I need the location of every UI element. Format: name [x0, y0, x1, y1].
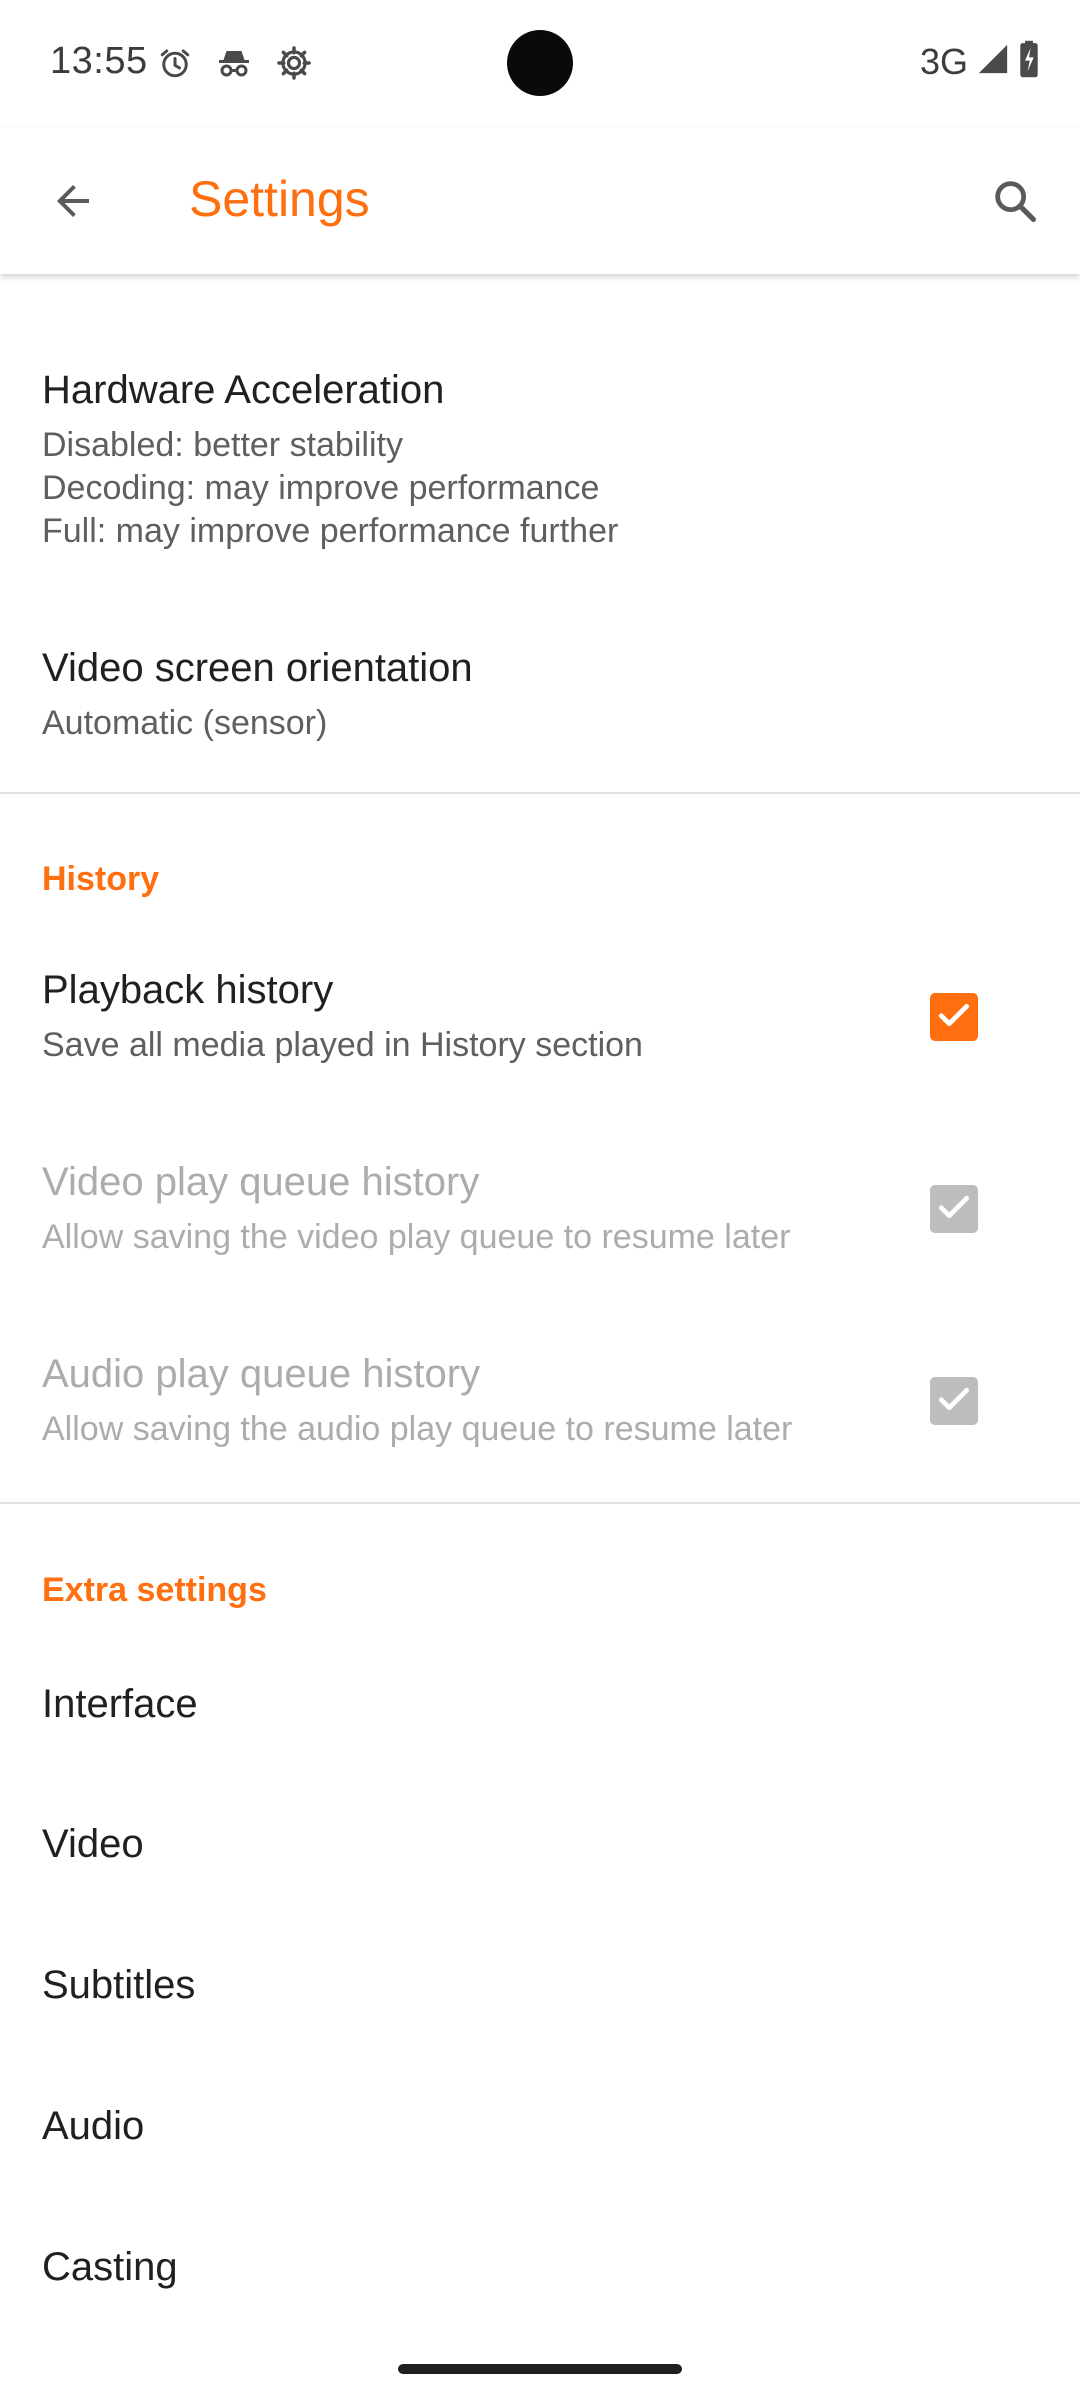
- pref-summary: Automatic (sensor): [42, 704, 328, 742]
- pref-hardware-acceleration-summary: Disabled: better stability Decoding: may…: [42, 426, 619, 550]
- pref-casting[interactable]: Casting: [0, 2197, 1080, 2337]
- pref-title: Interface: [42, 1682, 198, 1726]
- search-button[interactable]: [978, 166, 1052, 240]
- pref-subtitles[interactable]: Subtitles: [0, 1915, 1080, 2055]
- incognito-icon: [215, 45, 253, 86]
- check-icon: [935, 1188, 973, 1231]
- system-status-icons: 3G: [920, 40, 1040, 83]
- pref-title: Subtitles: [42, 1963, 196, 2007]
- pref-video-screen-orientation[interactable]: Video screen orientation Automatic (sens…: [0, 618, 1080, 778]
- pref-hardware-acceleration-title: Hardware Acceleration: [42, 368, 445, 412]
- pref-summary: Allow saving the audio play queue to res…: [42, 1410, 793, 1448]
- section-header-history: History: [42, 860, 160, 898]
- audio-queue-history-checkbox: [930, 1377, 978, 1425]
- battery-charging-icon: [1018, 40, 1040, 83]
- pref-summary: Allow saving the video play queue to res…: [42, 1218, 791, 1256]
- pref-interface[interactable]: Interface: [0, 1634, 1080, 1774]
- pref-title: Video screen orientation: [42, 646, 473, 690]
- section-header-extra-settings: Extra settings: [42, 1571, 267, 1609]
- check-icon: [935, 1380, 973, 1423]
- settings-list[interactable]: Hardware Acceleration Disabled: better s…: [0, 274, 1080, 2400]
- status-bar: 13:55 3G: [0, 0, 1080, 128]
- pref-title: Playback history: [42, 968, 334, 1012]
- video-queue-history-checkbox: [930, 1185, 978, 1233]
- camera-cutout: [507, 30, 573, 96]
- pref-title: Audio: [42, 2104, 145, 2148]
- section-divider: [0, 1502, 1080, 1504]
- alarm-icon: [157, 45, 193, 86]
- check-icon: [935, 996, 973, 1039]
- settings-screen: 13:55 3G Settings Hardware Acceleration …: [0, 0, 1080, 2400]
- pref-video-play-queue-history: Video play queue history Allow saving th…: [0, 1126, 1080, 1316]
- arrow-back-icon: [49, 177, 97, 230]
- page-title: Settings: [189, 171, 370, 227]
- app-bar: Settings: [0, 128, 1080, 274]
- pref-title: Casting: [42, 2245, 178, 2289]
- pref-playback-history[interactable]: Playback history Save all media played i…: [0, 934, 1080, 1124]
- pref-title: Video: [42, 1822, 144, 1866]
- pref-title: Video play queue history: [42, 1160, 480, 1204]
- back-button[interactable]: [38, 168, 108, 238]
- signal-icon: [976, 42, 1010, 81]
- pref-summary: Save all media played in History section: [42, 1026, 643, 1064]
- section-divider: [0, 792, 1080, 794]
- search-icon: [989, 175, 1041, 232]
- notification-icons: [157, 44, 313, 87]
- pref-title: Audio play queue history: [42, 1352, 481, 1396]
- playback-history-checkbox[interactable]: [930, 993, 978, 1041]
- pref-audio-play-queue-history: Audio play queue history Allow saving th…: [0, 1318, 1080, 1508]
- pref-audio[interactable]: Audio: [0, 2056, 1080, 2196]
- settings-gear-icon: [275, 44, 313, 87]
- status-time: 13:55: [50, 40, 148, 82]
- gesture-nav-handle[interactable]: [398, 2364, 682, 2374]
- pref-video[interactable]: Video: [0, 1774, 1080, 1914]
- network-type: 3G: [919, 40, 968, 82]
